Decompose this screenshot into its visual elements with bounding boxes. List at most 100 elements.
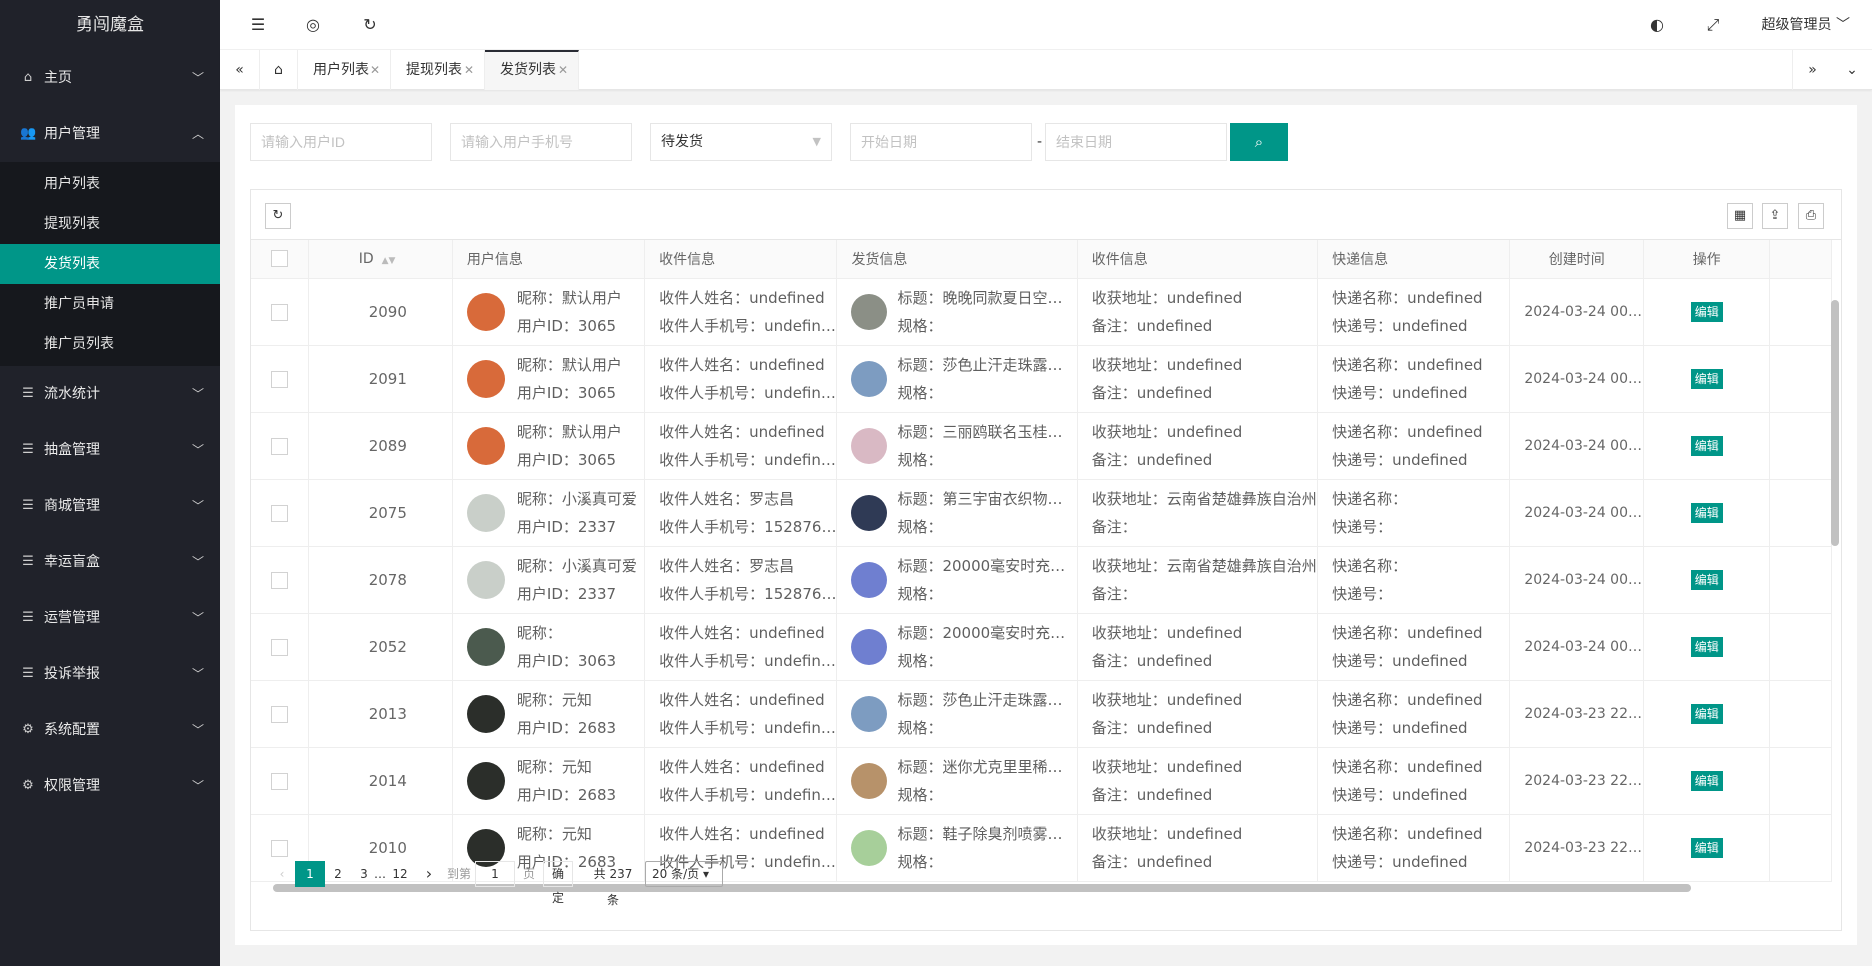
search-button[interactable]: ⌕ <box>1230 123 1288 161</box>
cell-actions: 编辑 <box>1643 479 1771 547</box>
edit-button[interactable]: 编辑 <box>1690 770 1723 791</box>
row-checkbox[interactable] <box>270 303 288 321</box>
edit-button[interactable]: 编辑 <box>1690 435 1723 456</box>
avatar <box>466 761 505 800</box>
status-select[interactable]: 待发货 ▼ <box>650 123 832 161</box>
page-12-button[interactable]: 12 <box>387 861 413 887</box>
sidebar-item-9[interactable]: ⚙ 权限管理 ﹀ <box>0 758 220 814</box>
phone-input[interactable] <box>450 123 632 161</box>
product-spec: 规格： <box>897 450 943 469</box>
sidebar-item-2[interactable]: ☰ 流水统计 ﹀ <box>0 366 220 422</box>
user-id: 用户ID：2683 <box>516 718 617 737</box>
user-id: 用户ID：2337 <box>516 584 617 603</box>
goto-page-input[interactable]: 1 <box>475 861 515 887</box>
row-checkbox[interactable] <box>270 772 288 790</box>
per-page-select[interactable]: 20 条/页 ▾ <box>645 861 723 887</box>
tab-0[interactable]: 用户列表 ✕ <box>298 50 391 90</box>
edit-button[interactable]: 编辑 <box>1690 703 1723 724</box>
row-checkbox[interactable] <box>270 638 288 656</box>
vertical-scrollbar[interactable] <box>1831 285 1839 865</box>
sidebar-item-4[interactable]: ☰ 商城管理 ﹀ <box>0 478 220 534</box>
row-checkbox[interactable] <box>270 705 288 723</box>
th-address-info: 收件信息 <box>1077 240 1319 279</box>
tab-1[interactable]: 提现列表 ✕ <box>391 50 485 90</box>
table-row: 2013 昵称：元知 用户ID：2683 收件人姓名：undefined 收件人手… <box>251 680 1832 748</box>
sidebar-item-8[interactable]: ⚙ 系统配置 ﹀ <box>0 702 220 758</box>
row-checkbox[interactable] <box>270 504 288 522</box>
sidebar-item-3[interactable]: ☰ 抽盒管理 ﹀ <box>0 422 220 478</box>
cell-express-info: 快递名称： 快递号： <box>1317 546 1511 614</box>
export-icon[interactable]: ⇪ <box>1762 203 1788 229</box>
row-checkbox[interactable] <box>270 839 288 857</box>
edit-button[interactable]: 编辑 <box>1690 636 1723 657</box>
cell-actions: 编辑 <box>1643 680 1771 748</box>
tabs-scroll-right-icon[interactable]: » <box>1792 50 1832 90</box>
sidebar-item-7[interactable]: ☰ 投诉举报 ﹀ <box>0 646 220 702</box>
next-page-button[interactable]: › <box>419 861 439 887</box>
user-menu[interactable]: 超级管理员 ﹀ <box>1762 0 1850 50</box>
sidebar-item-5[interactable]: ☰ 幸运盲盒 ﹀ <box>0 534 220 590</box>
columns-icon[interactable]: ▦ <box>1727 203 1753 229</box>
globe-icon[interactable]: ◎ <box>298 0 328 50</box>
th-user-info: 用户信息 <box>452 240 646 279</box>
select-all-checkbox[interactable] <box>270 250 288 268</box>
vertical-scroll-thumb[interactable] <box>1831 300 1839 546</box>
chevron-down-icon: ﹀ <box>191 667 204 681</box>
edit-button[interactable]: 编辑 <box>1690 502 1723 523</box>
refresh-icon[interactable]: ↻ <box>355 0 385 50</box>
cell-express-info: 快递名称：undefined 快递号：undefined <box>1317 278 1511 346</box>
scroll-gutter-cell <box>1769 613 1832 681</box>
product-spec: 规格： <box>897 316 943 335</box>
close-icon[interactable]: ✕ <box>370 50 380 90</box>
scroll-gutter-cell <box>1769 345 1832 413</box>
collapse-menu-icon[interactable]: ☰ <box>243 0 273 50</box>
sidebar-subitem-4[interactable]: 推广员列表 <box>0 324 220 364</box>
express-name: 快递名称： <box>1332 489 1408 508</box>
home-tab-icon[interactable]: ⌂ <box>260 50 298 90</box>
user-id: 用户ID：3065 <box>516 450 617 469</box>
row-checkbox[interactable] <box>270 571 288 589</box>
sidebar-item-6[interactable]: ☰ 运营管理 ﹀ <box>0 590 220 646</box>
express-name: 快递名称：undefined <box>1332 288 1483 307</box>
goto-confirm-button[interactable]: 确定 <box>543 861 574 905</box>
row-checkbox[interactable] <box>270 370 288 388</box>
prev-page-button[interactable]: ‹ <box>275 861 289 887</box>
express-name: 快递名称：undefined <box>1332 422 1483 441</box>
sidebar-item-0[interactable]: ⌂ 主页 ﹀ <box>0 50 220 106</box>
edit-button[interactable]: 编辑 <box>1690 368 1723 389</box>
tabs-scroll-left-icon[interactable]: « <box>220 50 260 90</box>
sidebar-subitem-2[interactable]: 发货列表 <box>0 244 220 284</box>
sidebar-subitem-1[interactable]: 提现列表 <box>0 204 220 244</box>
edit-button[interactable]: 编辑 <box>1690 569 1723 590</box>
close-icon[interactable]: ✕ <box>464 50 474 90</box>
product-spec: 规格： <box>897 785 943 804</box>
cell-shipment-info: 标题：迷你尤克里里稀奇古怪 规格： <box>836 747 1078 815</box>
tabs-menu-chevron-icon[interactable]: ⌄ <box>1832 50 1872 90</box>
row-checkbox[interactable] <box>270 437 288 455</box>
print-icon[interactable]: ⎙ <box>1798 203 1824 229</box>
user-id-input[interactable] <box>250 123 432 161</box>
th-id[interactable]: ID ▲▼ <box>308 240 453 279</box>
page-1-button[interactable]: 1 <box>295 861 325 887</box>
scroll-gutter-cell <box>1769 479 1832 547</box>
tab-2[interactable]: 发货列表 ✕ <box>485 50 579 90</box>
list-icon: ☰ <box>22 386 34 401</box>
close-icon[interactable]: ✕ <box>558 52 568 88</box>
edit-button[interactable]: 编辑 <box>1690 837 1723 858</box>
page-3-button[interactable]: 3 <box>353 861 375 887</box>
page-2-button[interactable]: 2 <box>327 861 349 887</box>
express-number: 快递号：undefined <box>1332 651 1468 670</box>
sidebar-subitem-3[interactable]: 推广员申请 <box>0 284 220 324</box>
sort-icon[interactable]: ▲▼ <box>382 256 396 266</box>
shipping-address: 收获地址：云南省楚雄彝族自治州 <box>1091 489 1317 508</box>
sidebar-item-1[interactable]: 👥 用户管理 ︿ <box>0 106 220 162</box>
table-refresh-icon[interactable]: ↻ <box>265 203 291 229</box>
theme-icon[interactable]: ◐ <box>1642 0 1672 50</box>
sidebar-subitem-0[interactable]: 用户列表 <box>0 164 220 204</box>
edit-button[interactable]: 编辑 <box>1690 301 1723 322</box>
end-date-input[interactable] <box>1045 123 1227 161</box>
start-date-input[interactable] <box>850 123 1032 161</box>
fullscreen-icon[interactable]: ⤢ <box>1698 0 1728 50</box>
cell-id: 2014 <box>308 747 453 815</box>
chevron-down-icon: ﹀ <box>191 71 204 85</box>
